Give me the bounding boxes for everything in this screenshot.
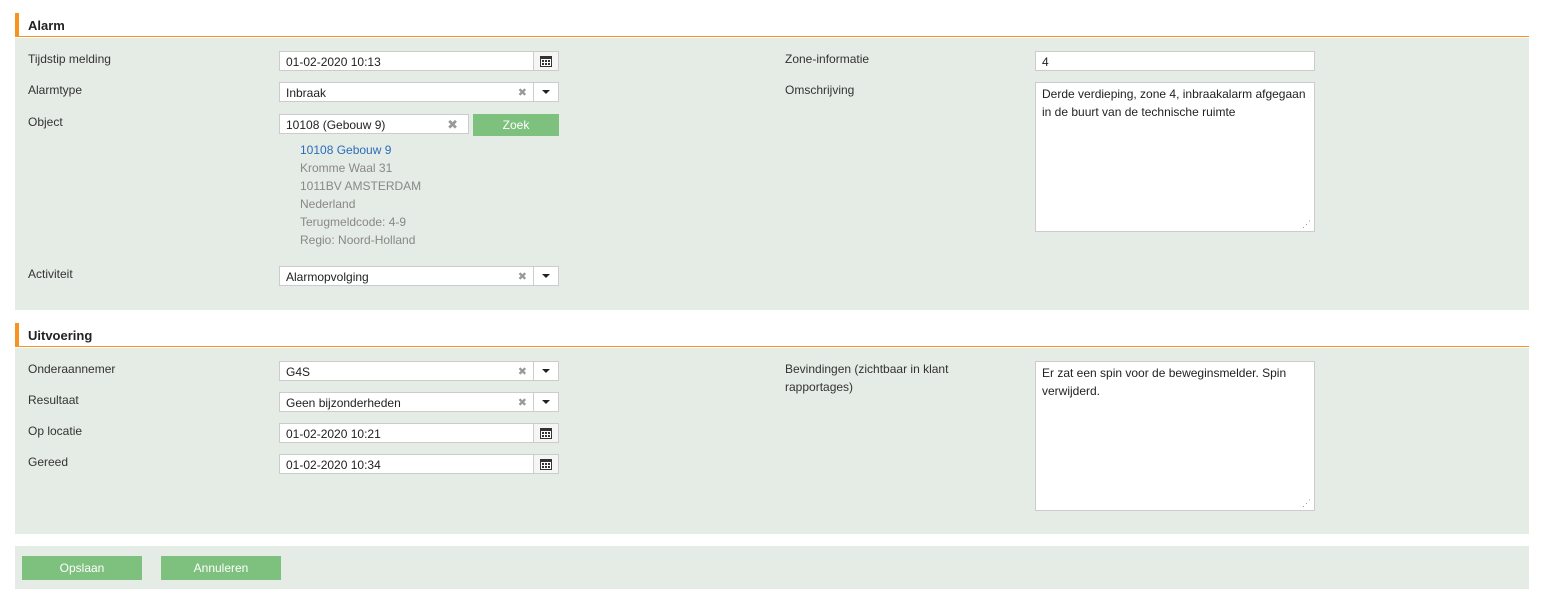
tijdstip-label: Tijdstip melding	[28, 52, 111, 66]
onderaannemer-value: G4S	[286, 365, 311, 379]
onderaannemer-select[interactable]: G4S ✖	[279, 361, 559, 381]
bevindingen-textarea[interactable]: Er zat een spin voor de beweginsmelder. …	[1035, 361, 1315, 511]
activiteit-select[interactable]: Alarmopvolging ✖	[279, 266, 559, 286]
resize-grip-icon[interactable]: ⋰	[1302, 499, 1311, 508]
object-city: 1011BV AMSTERDAM	[300, 179, 422, 193]
omschrijving-value: Derde verdieping, zone 4, inbraakalarm a…	[1042, 87, 1306, 119]
oplocatie-label: Op locatie	[28, 424, 83, 438]
clear-icon[interactable]: ✖	[447, 117, 458, 133]
alarmtype-label: Alarmtype	[28, 83, 83, 97]
oplocatie-input[interactable]: 01-02-2020 10:21	[279, 423, 559, 443]
bevindingen-label: Bevindingen (zichtbaar in klant rapporta…	[785, 362, 949, 394]
clear-icon[interactable]: ✖	[518, 396, 527, 409]
chevron-down-icon[interactable]	[533, 393, 558, 411]
clear-icon[interactable]: ✖	[518, 86, 527, 99]
alarmtype-value: Inbraak	[286, 86, 327, 100]
alarm-section-title: Alarm	[28, 18, 65, 33]
object-region: Regio: Noord-Holland	[300, 233, 416, 247]
calendar-icon[interactable]	[533, 424, 558, 442]
alarmtype-select[interactable]: Inbraak ✖	[279, 82, 559, 102]
chevron-down-icon[interactable]	[533, 267, 558, 285]
resultaat-value: Geen bijzonderheden	[286, 396, 401, 410]
activiteit-value: Alarmopvolging	[286, 270, 369, 284]
omschrijving-label: Omschrijving	[785, 83, 855, 97]
clear-icon[interactable]: ✖	[518, 270, 527, 283]
tijdstip-value: 01-02-2020 10:13	[286, 55, 381, 69]
uitvoering-panel: Onderaannemer G4S ✖ Resultaat Geen bijzo…	[15, 348, 1529, 534]
gereed-value: 01-02-2020 10:34	[286, 458, 381, 472]
object-label: Object	[28, 115, 63, 129]
gereed-label: Gereed	[28, 455, 69, 469]
save-button[interactable]: Opslaan	[22, 556, 142, 580]
object-input[interactable]: 10108 (Gebouw 9) ✖	[279, 114, 469, 134]
object-street: Kromme Waal 31	[300, 161, 393, 175]
oplocatie-value: 01-02-2020 10:21	[286, 427, 381, 441]
uitvoering-section-title: Uitvoering	[28, 328, 93, 343]
activiteit-label: Activiteit	[28, 267, 73, 281]
zone-label: Zone-informatie	[785, 52, 870, 66]
resultaat-select[interactable]: Geen bijzonderheden ✖	[279, 392, 559, 412]
footer-bar: Opslaan Annuleren	[15, 546, 1529, 589]
zone-input[interactable]: 4	[1035, 51, 1315, 71]
zone-value: 4	[1042, 55, 1049, 69]
uitvoering-section-header: Uitvoering	[15, 323, 1529, 347]
calendar-icon[interactable]	[533, 455, 558, 473]
calendar-icon[interactable]	[533, 52, 558, 70]
alarm-panel: Tijdstip melding 01-02-2020 10:13 Alarmt…	[15, 38, 1529, 310]
alarm-section-header: Alarm	[15, 13, 1529, 37]
object-code: Terugmeldcode: 4-9	[300, 215, 407, 229]
onderaannemer-label: Onderaannemer	[28, 362, 116, 376]
object-country: Nederland	[300, 197, 356, 211]
zoek-button[interactable]: Zoek	[473, 114, 559, 136]
chevron-down-icon[interactable]	[533, 83, 558, 101]
resultaat-label: Resultaat	[28, 393, 79, 407]
gereed-input[interactable]: 01-02-2020 10:34	[279, 454, 559, 474]
object-link[interactable]: 10108 Gebouw 9	[300, 141, 421, 159]
bevindingen-value: Er zat een spin voor de beweginsmelder. …	[1042, 366, 1287, 398]
object-info: 10108 Gebouw 9 Kromme Waal 31 1011BV AMS…	[300, 141, 421, 249]
omschrijving-textarea[interactable]: Derde verdieping, zone 4, inbraakalarm a…	[1035, 82, 1315, 232]
resize-grip-icon[interactable]: ⋰	[1302, 220, 1311, 229]
object-value: 10108 (Gebouw 9)	[286, 118, 386, 132]
tijdstip-input[interactable]: 01-02-2020 10:13	[279, 51, 559, 71]
cancel-button[interactable]: Annuleren	[161, 556, 281, 580]
chevron-down-icon[interactable]	[533, 362, 558, 380]
clear-icon[interactable]: ✖	[518, 365, 527, 378]
